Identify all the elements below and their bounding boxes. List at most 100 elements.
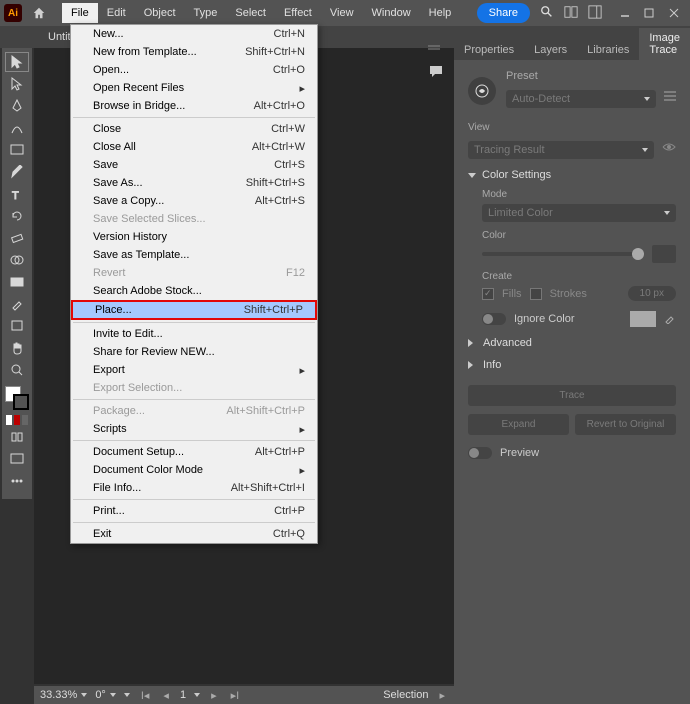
home-icon[interactable] [30, 4, 48, 22]
gradient-tool-icon[interactable] [5, 272, 29, 292]
eye-icon[interactable] [662, 142, 676, 155]
type-tool-icon[interactable]: T [5, 184, 29, 204]
eraser-tool-icon[interactable] [5, 228, 29, 248]
menu-select[interactable]: Select [226, 3, 275, 23]
shape-builder-tool-icon[interactable] [5, 250, 29, 270]
menu-item-scripts[interactable]: Scripts▸ [71, 420, 317, 438]
menu-file[interactable]: File [62, 3, 98, 23]
close-icon[interactable] [668, 7, 680, 19]
menu-help[interactable]: Help [420, 3, 461, 23]
edit-toolbar-icon[interactable] [5, 471, 29, 491]
mode-dropdown[interactable]: Limited Color [482, 204, 676, 222]
stroke-width-field[interactable]: 10 px [628, 286, 676, 301]
view-dropdown[interactable]: Tracing Result [468, 141, 654, 159]
menu-item-document-setup[interactable]: Document Setup...Alt+Ctrl+P [71, 443, 317, 461]
artboard-nav-field[interactable]: 1 [180, 689, 186, 701]
menu-item-place[interactable]: Place...Shift+Ctrl+P [71, 300, 317, 320]
ignore-color-toggle[interactable] [482, 313, 506, 325]
menu-item-save[interactable]: SaveCtrl+S [71, 156, 317, 174]
menu-view[interactable]: View [321, 3, 363, 23]
menu-item-print[interactable]: Print...Ctrl+P [71, 502, 317, 520]
selection-tool-icon[interactable] [5, 52, 29, 72]
menu-window[interactable]: Window [363, 3, 420, 23]
menu-item-label: Save a Copy... [93, 195, 255, 207]
preset-dropdown[interactable]: Auto-Detect [506, 90, 656, 108]
maximize-icon[interactable] [644, 7, 656, 19]
color-slider[interactable] [482, 252, 644, 256]
chevron-down-icon[interactable] [194, 693, 200, 697]
menu-separator [73, 499, 315, 500]
pen-tool-icon[interactable] [5, 96, 29, 116]
hand-tool-icon[interactable] [5, 338, 29, 358]
strokes-checkbox[interactable] [530, 288, 542, 300]
menu-item-document-color-mode[interactable]: Document Color Mode▸ [71, 461, 317, 479]
menu-item-exit[interactable]: ExitCtrl+Q [71, 525, 317, 543]
menu-item-export[interactable]: Export▸ [71, 361, 317, 379]
paintbrush-tool-icon[interactable] [5, 162, 29, 182]
rotate-tool-icon[interactable] [5, 206, 29, 226]
minimize-icon[interactable] [620, 7, 632, 19]
advanced-header[interactable]: Advanced [468, 337, 676, 349]
menu-item-save-as[interactable]: Save As...Shift+Ctrl+S [71, 174, 317, 192]
rotate-dropdown[interactable]: 0° [95, 689, 116, 701]
screen-mode-icon[interactable] [5, 449, 29, 469]
trace-button[interactable]: Trace [468, 385, 676, 406]
eyedropper-icon[interactable] [664, 312, 676, 327]
menu-item-share-for-review-new[interactable]: Share for Review NEW... [71, 343, 317, 361]
menu-item-save-as-template[interactable]: Save as Template... [71, 246, 317, 264]
color-count-field[interactable] [652, 245, 676, 263]
menu-item-save-a-copy[interactable]: Save a Copy...Alt+Ctrl+S [71, 192, 317, 210]
comment-icon[interactable] [428, 64, 444, 80]
color-mode-icons[interactable] [6, 415, 28, 425]
menu-item-invite-to-edit[interactable]: Invite to Edit... [71, 325, 317, 343]
workspace-switcher-icon[interactable] [588, 5, 602, 22]
fill-stroke-swatch[interactable] [5, 386, 29, 410]
curvature-tool-icon[interactable] [5, 118, 29, 138]
draw-mode-icon[interactable] [5, 427, 29, 447]
menu-object[interactable]: Object [135, 3, 185, 23]
menu-type[interactable]: Type [185, 3, 227, 23]
menu-item-open-recent-files[interactable]: Open Recent Files▸ [71, 79, 317, 97]
menu-item-browse-in-bridge[interactable]: Browse in Bridge...Alt+Ctrl+O [71, 97, 317, 115]
eyedropper-tool-icon[interactable] [5, 294, 29, 314]
stroke-swatch-icon[interactable] [13, 394, 29, 410]
direct-selection-tool-icon[interactable] [5, 74, 29, 94]
fills-checkbox[interactable] [482, 288, 494, 300]
rectangle-tool-icon[interactable] [5, 140, 29, 160]
artboard-tool-icon[interactable] [5, 316, 29, 336]
zoom-dropdown[interactable]: 33.33% [40, 689, 87, 701]
tab-layers[interactable]: Layers [524, 40, 577, 60]
color-settings-header[interactable]: Color Settings [468, 169, 676, 181]
chevron-down-icon[interactable] [124, 693, 130, 697]
tab-libraries[interactable]: Libraries [577, 40, 639, 60]
preset-menu-icon[interactable] [664, 91, 676, 104]
ignore-color-swatch[interactable] [630, 311, 656, 327]
dock-handle-icon[interactable] [428, 42, 444, 58]
menu-item-new[interactable]: New...Ctrl+N [71, 25, 317, 43]
share-button[interactable]: Share [477, 3, 530, 23]
last-artboard-icon[interactable]: ▸I [228, 689, 243, 702]
prev-artboard-icon[interactable]: ◂ [160, 689, 172, 702]
arrange-documents-icon[interactable] [564, 5, 578, 22]
menu-item-close[interactable]: CloseCtrl+W [71, 120, 317, 138]
menu-items: File Edit Object Type Select Effect View… [62, 3, 460, 23]
status-menu-icon[interactable]: ▸ [436, 689, 448, 702]
menu-edit[interactable]: Edit [98, 3, 135, 23]
menu-item-file-info[interactable]: File Info...Alt+Shift+Ctrl+I [71, 479, 317, 497]
info-header[interactable]: Info [468, 359, 676, 371]
menu-item-new-from-template[interactable]: New from Template...Shift+Ctrl+N [71, 43, 317, 61]
menu-item-close-all[interactable]: Close AllAlt+Ctrl+W [71, 138, 317, 156]
expand-button[interactable]: Expand [468, 414, 569, 435]
menu-item-open[interactable]: Open...Ctrl+O [71, 61, 317, 79]
tab-image-trace[interactable]: Image Trace [639, 28, 690, 60]
first-artboard-icon[interactable]: I◂ [138, 689, 153, 702]
tab-properties[interactable]: Properties [454, 40, 524, 60]
menu-effect[interactable]: Effect [275, 3, 321, 23]
revert-button[interactable]: Revert to Original [575, 414, 676, 435]
next-artboard-icon[interactable]: ▸ [208, 689, 220, 702]
menu-item-version-history[interactable]: Version History [71, 228, 317, 246]
zoom-tool-icon[interactable] [5, 360, 29, 380]
search-icon[interactable] [540, 5, 554, 22]
preview-toggle[interactable] [468, 447, 492, 459]
menu-item-search-adobe-stock[interactable]: Search Adobe Stock... [71, 282, 317, 300]
